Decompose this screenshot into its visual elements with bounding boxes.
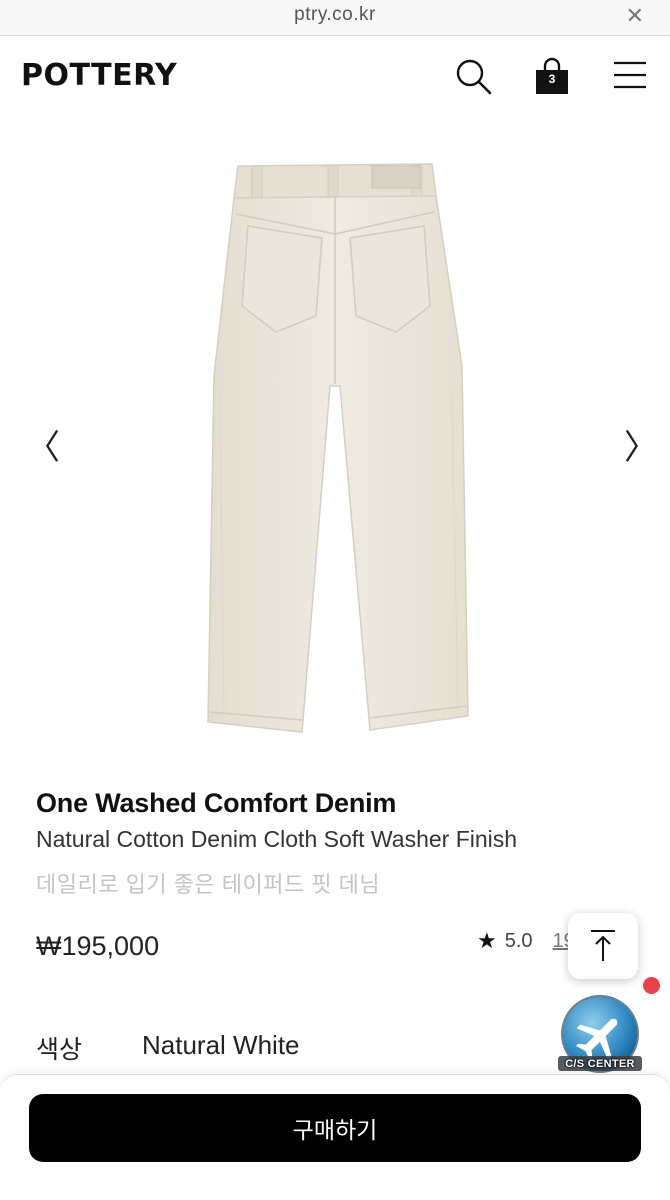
hamburger-menu-icon[interactable]	[612, 60, 648, 90]
cs-center-button[interactable]: C/S CENTER	[556, 994, 644, 1076]
product-price: ₩195,000	[36, 931, 160, 961]
browser-address-bar: ptry.co.kr ✕	[0, 0, 670, 36]
product-subtitle: Natural Cotton Denim Cloth Soft Washer F…	[36, 826, 518, 852]
product-name: One Washed Comfort Denim	[36, 788, 397, 818]
product-image	[207, 163, 469, 733]
color-option-label: 색상	[36, 1036, 83, 1064]
bottom-buy-bar: 구매하기	[0, 1074, 670, 1200]
site-header: POTTERY 3	[0, 36, 670, 116]
product-image-gallery[interactable]: 〈 〉	[0, 116, 670, 780]
next-image-arrow-icon[interactable]: 〉	[624, 428, 658, 468]
color-option-value: Natural White	[142, 1030, 300, 1060]
prev-image-arrow-icon[interactable]: 〈	[26, 428, 60, 468]
close-icon[interactable]: ✕	[626, 3, 644, 29]
site-logo[interactable]: POTTERY	[21, 58, 177, 93]
cs-center-label: C/S CENTER	[565, 1058, 635, 1070]
notification-dot	[643, 977, 660, 994]
address-url[interactable]: ptry.co.kr	[0, 4, 670, 26]
arrow-up-icon	[591, 930, 615, 961]
star-icon: ★	[477, 928, 497, 953]
scroll-to-top-button[interactable]	[568, 913, 638, 979]
buy-button[interactable]: 구매하기	[29, 1094, 641, 1162]
search-icon[interactable]	[455, 58, 493, 96]
product-rating: ★ 5.0 19	[477, 928, 575, 954]
product-description: 데일리로 입기 좋은 테이퍼드 핏 데님	[36, 872, 381, 897]
rating-value: 5.0	[504, 929, 533, 952]
shopping-bag-icon[interactable]: 3	[533, 56, 571, 96]
cart-count-badge: 3	[548, 72, 556, 86]
